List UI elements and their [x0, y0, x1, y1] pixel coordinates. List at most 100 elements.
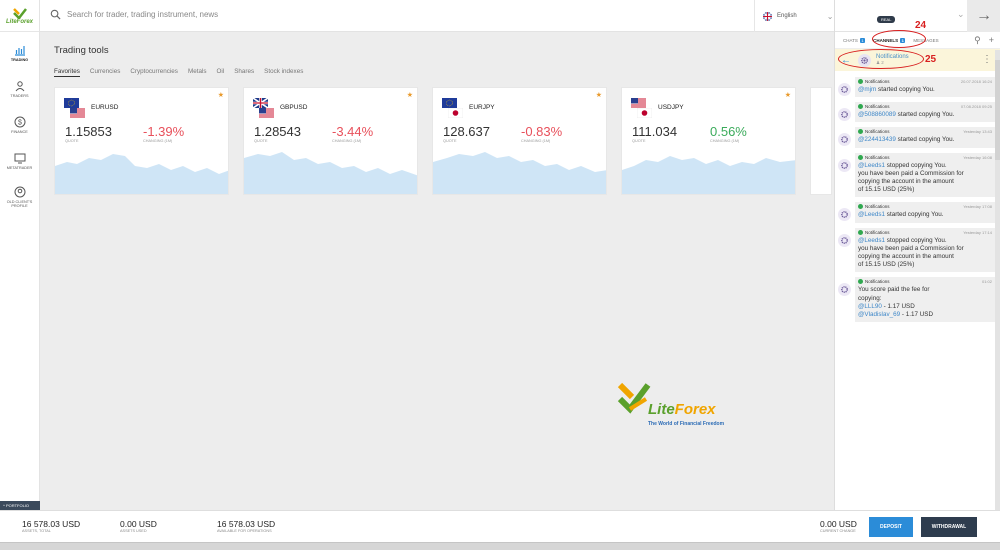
main-content: Trading tools Favorites Currencies Crypt… — [40, 32, 834, 510]
tab-cryptocurrencies[interactable]: Cryptocurrencies — [130, 68, 178, 77]
nav-label: Finance — [11, 129, 28, 134]
panel-tabs: Chats 1 Channels 1 Messages 24 ⚲ + — [835, 20, 1000, 49]
star-icon[interactable]: ★ — [785, 91, 791, 99]
account-type-badge[interactable]: Real — [877, 16, 896, 23]
search-icon — [50, 9, 61, 20]
gear-icon — [838, 83, 851, 96]
liteforex-logo-icon — [617, 382, 651, 414]
logo[interactable]: LiteForex — [0, 0, 39, 32]
watermark-tagline: The World of Financial Freedom — [648, 421, 725, 427]
user-link[interactable]: @LLL90 — [858, 303, 882, 310]
liteforex-watermark: LiteForex The World of Financial Freedom — [616, 377, 766, 447]
message-time: Yesterday 16:08 — [963, 154, 992, 160]
assets-total: 16 578.03 USD Assets, total — [22, 519, 81, 533]
current-change: 0.00 USD Current change — [820, 519, 857, 533]
us-flag-icon — [70, 108, 85, 118]
eu-flag-icon — [64, 98, 79, 108]
verified-icon — [858, 104, 863, 110]
message-time: Yesterday 17:08 — [963, 204, 992, 210]
user-circle-icon — [14, 186, 25, 197]
annotation-circle — [872, 30, 926, 48]
currency-flags — [64, 98, 86, 120]
tab-oil[interactable]: Oil — [217, 68, 225, 77]
plus-icon[interactable]: + — [989, 35, 994, 46]
portfolio-tab[interactable]: ^ Portfolio — [0, 501, 40, 510]
gear-icon — [838, 108, 851, 122]
message-time: 20.07.2018 16:24 — [960, 79, 992, 84]
instrument-card-gbpusd[interactable]: ★ GBPUSD 1.28543 Quote -3.44% Changing (… — [243, 87, 418, 195]
star-icon[interactable]: ★ — [596, 91, 602, 99]
scrollbar[interactable] — [995, 50, 1000, 510]
scrollbar-thumb[interactable] — [995, 60, 1000, 160]
nav-item-finance[interactable]: $ Finance — [0, 110, 39, 140]
exit-arrow-button[interactable]: → — [967, 0, 1000, 32]
currency-flags — [442, 98, 464, 120]
logo-text: LiteForex — [5, 18, 33, 25]
us-flag-icon — [631, 98, 646, 108]
tab-stock-indexes[interactable]: Stock indexes — [264, 68, 303, 77]
star-icon[interactable]: ★ — [218, 91, 224, 99]
instrument-card-eurjpy[interactable]: ★ EURJPY 128.637 Quote -0.83% Changing (… — [432, 87, 607, 195]
verified-icon — [858, 154, 863, 160]
deposit-button[interactable]: Deposit — [869, 517, 913, 537]
user-link[interactable]: @Vladislav_69 — [858, 311, 900, 318]
nav-label: Traders — [10, 93, 29, 98]
sparkline-chart — [55, 154, 228, 194]
verified-icon — [858, 279, 863, 285]
page-title: Trading tools — [54, 45, 109, 56]
sparkline-chart — [622, 156, 795, 194]
chevron-down-icon: ⌄ — [826, 11, 834, 21]
annotation-label-25: 25 — [925, 54, 937, 65]
gear-icon — [838, 208, 851, 222]
arrow-right-icon: → — [976, 7, 992, 24]
message-item: Notifications Yesterday 16:08 @Leeds1 sto… — [835, 152, 995, 198]
category-tabs: Favorites Currencies Cryptocurrencies Me… — [54, 68, 303, 77]
search-icon[interactable]: ⚲ — [974, 35, 981, 46]
user-link[interactable]: @mjm — [858, 86, 876, 93]
user-link[interactable]: @508860089 — [858, 111, 896, 118]
tab-favorites[interactable]: Favorites — [54, 68, 80, 77]
message-time: Yesterday 17:14 — [963, 229, 992, 235]
top-bar: English ⌄ — [40, 0, 834, 32]
more-options-icon[interactable]: ⋮ — [982, 54, 992, 65]
instrument-cards: ★ EURUSD 1.15853 Quote -1.39% Changing (… — [54, 87, 832, 195]
eu-flag-icon — [442, 98, 457, 108]
instrument-symbol: USDJPY — [658, 104, 684, 111]
monitor-icon — [14, 153, 25, 164]
currency-flags — [253, 98, 275, 120]
tab-chats[interactable]: Chats 1 — [843, 37, 866, 43]
star-icon[interactable]: ★ — [407, 91, 413, 99]
instrument-card-eurusd[interactable]: ★ EURUSD 1.15853 Quote -1.39% Changing (… — [54, 87, 229, 195]
message-time: 01:02 — [981, 279, 992, 285]
user-link[interactable]: @Leeds1 — [858, 237, 885, 244]
watermark-brand: LiteForex — [648, 401, 716, 418]
nav-item-metatrader[interactable]: MetaTrader — [0, 146, 39, 176]
withdrawal-button[interactable]: Withdrawal — [921, 517, 977, 537]
user-link[interactable]: @224413439 — [858, 136, 896, 143]
user-link[interactable]: @Leeds1 — [858, 162, 885, 169]
instrument-symbol: GBPUSD — [280, 104, 308, 111]
instrument-card-partial[interactable] — [810, 87, 832, 195]
message-feed: Notifications 20.07.2018 16:24 @mjm start… — [835, 72, 995, 510]
message-item: Notifications 20.07.2018 16:24 @mjm start… — [835, 77, 995, 98]
japan-flag-icon — [637, 108, 652, 118]
language-selector[interactable]: English ⌄ — [754, 0, 834, 32]
tab-currencies[interactable]: Currencies — [90, 68, 120, 77]
nav-item-trading[interactable]: Trading — [0, 38, 39, 68]
search-input[interactable] — [67, 10, 567, 19]
annotation-circle — [838, 49, 924, 69]
uk-flag-icon — [763, 11, 772, 21]
nav-item-traders[interactable]: Traders — [0, 74, 39, 104]
tab-shares[interactable]: Shares — [234, 68, 254, 77]
chevron-down-icon[interactable]: ⌄ — [957, 9, 965, 20]
currency-flags — [631, 98, 653, 120]
user-link[interactable]: @Leeds1 — [858, 211, 885, 218]
uk-flag-icon — [253, 98, 268, 108]
tab-metals[interactable]: Metals — [188, 68, 207, 77]
nav-item-old-profile[interactable]: Old client's profile — [0, 182, 39, 212]
gear-icon — [838, 283, 851, 297]
us-flag-icon — [259, 108, 274, 118]
dollar-icon: $ — [14, 116, 25, 128]
message-item: Notifications 01:02 You score paid the fe… — [835, 277, 995, 323]
instrument-card-usdjpy[interactable]: ★ USDJPY 111.034 Quote 0.56% Changing (1… — [621, 87, 796, 195]
